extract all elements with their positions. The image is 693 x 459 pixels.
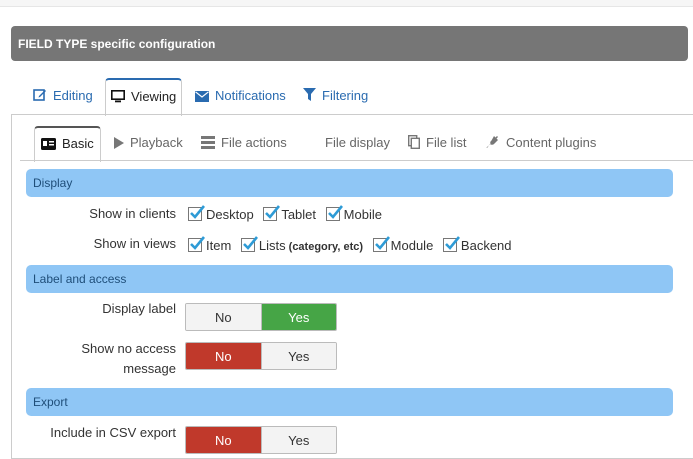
csv-export-no-button[interactable]: No (186, 427, 261, 453)
plug-icon (486, 136, 498, 148)
tab-filtering[interactable]: Filtering (303, 78, 368, 114)
tab-file-actions-label: File actions (221, 135, 287, 150)
section-export: Export (26, 388, 673, 416)
section-display-title: Display (33, 176, 73, 190)
checkbox-mobile-box[interactable] (325, 205, 343, 221)
tab-file-list[interactable]: File list (407, 126, 467, 160)
section-label-access-title: Label and access (33, 272, 127, 286)
tab-basic[interactable]: Basic (34, 126, 101, 162)
section-display: Display (26, 169, 673, 197)
checkmark-icon (445, 236, 460, 250)
checkmark-icon (243, 236, 258, 250)
checkbox-backend[interactable]: Backend (442, 236, 512, 253)
checkbox-desktop-label: Desktop (206, 207, 254, 222)
checkbox-module[interactable]: Module (372, 236, 434, 253)
envelope-icon (195, 91, 209, 102)
copy-icon (407, 134, 420, 149)
checkbox-lists-label: Lists (258, 238, 286, 253)
checkbox-backend-box[interactable] (442, 236, 460, 252)
show-no-access-no-button[interactable]: No (186, 343, 261, 369)
csv-export-toggle: No Yes (185, 426, 337, 454)
checkbox-mobile-label: Mobile (343, 207, 382, 222)
tab-content-plugins-label: Content plugins (506, 135, 597, 150)
checkbox-lists-box[interactable] (240, 236, 258, 252)
monitor-icon (111, 90, 125, 103)
csv-export-label: Include in CSV export (50, 425, 176, 440)
tab-notifications-label: Notifications (215, 88, 286, 103)
tab-filtering-label: Filtering (322, 88, 369, 103)
edit-icon (33, 89, 46, 101)
show-in-views-label: Show in views (93, 236, 176, 251)
show-no-access-label-line2: message (123, 361, 176, 376)
checkbox-mobile[interactable]: Mobile (325, 205, 382, 222)
checkmark-icon (374, 236, 390, 250)
checkbox-tablet-label: Tablet (281, 207, 317, 222)
checkbox-lists-note: (category, etc) (288, 241, 364, 253)
tab-viewing[interactable]: Viewing (105, 78, 183, 116)
checkmark-icon (327, 205, 343, 219)
tab-playback-label: Playback (130, 135, 183, 150)
checkmark-icon (190, 205, 206, 219)
tab-playback[interactable]: Playback (114, 126, 183, 160)
config-header: FIELD TYPE specific configuration (11, 26, 688, 61)
tab-editing[interactable]: Editing (33, 78, 93, 114)
checkmark-icon (190, 236, 206, 250)
play-icon (114, 137, 124, 149)
checkbox-item-label: Item (206, 238, 232, 253)
checkbox-module-box[interactable] (372, 236, 390, 252)
filter-icon (303, 88, 316, 101)
checkbox-desktop[interactable]: Desktop (188, 205, 254, 222)
tab-content-plugins[interactable]: Content plugins (486, 126, 596, 160)
sub-tabs: Basic Playback File actions File display… (12, 126, 693, 162)
top-bar (0, 0, 693, 7)
display-label-toggle: No Yes (185, 303, 337, 331)
tab-editing-label: Editing (53, 88, 93, 103)
tab-notifications[interactable]: Notifications (195, 78, 286, 114)
checkbox-item-box[interactable] (188, 236, 206, 252)
main-tabs: Editing Viewing Notifications Filtering (11, 78, 693, 116)
show-no-access-label: Show no access message (26, 339, 176, 379)
show-in-clients-group: Desktop Tablet Mobile (188, 205, 388, 222)
checkbox-tablet[interactable]: Tablet (263, 205, 317, 222)
id-card-icon (41, 138, 56, 150)
tab-file-display[interactable]: File display (325, 126, 390, 160)
display-label-yes-button[interactable]: Yes (260, 304, 336, 330)
tab-file-actions[interactable]: File actions (201, 126, 287, 160)
checkmark-icon (265, 205, 281, 219)
tab-basic-label: Basic (62, 136, 94, 151)
show-no-access-label-line1: Show no access (81, 341, 176, 356)
checkbox-tablet-box[interactable] (263, 205, 281, 221)
section-export-title: Export (33, 395, 68, 409)
tab-file-list-label: File list (426, 135, 467, 150)
checkbox-lists[interactable]: Lists (category, etc) (240, 236, 364, 253)
checkbox-module-label: Module (390, 238, 434, 253)
show-no-access-yes-button[interactable]: Yes (260, 343, 336, 369)
tab-content-divider (20, 160, 693, 161)
display-label-label: Display label (102, 301, 176, 316)
tab-viewing-label: Viewing (131, 89, 177, 104)
list-icon (201, 136, 215, 149)
show-no-access-toggle: No Yes (185, 342, 337, 370)
show-in-views-group: Item Lists (category, etc) Module Backend (188, 236, 518, 253)
checkbox-backend-label: Backend (460, 238, 512, 253)
config-title: FIELD TYPE specific configuration (18, 37, 216, 51)
show-in-clients-label: Show in clients (89, 206, 176, 221)
display-label-no-button[interactable]: No (186, 304, 261, 330)
checkbox-desktop-box[interactable] (188, 205, 206, 221)
csv-export-yes-button[interactable]: Yes (260, 427, 336, 453)
section-label-access: Label and access (26, 265, 673, 293)
checkbox-item[interactable]: Item (188, 236, 232, 253)
tab-file-display-label: File display (325, 135, 391, 150)
